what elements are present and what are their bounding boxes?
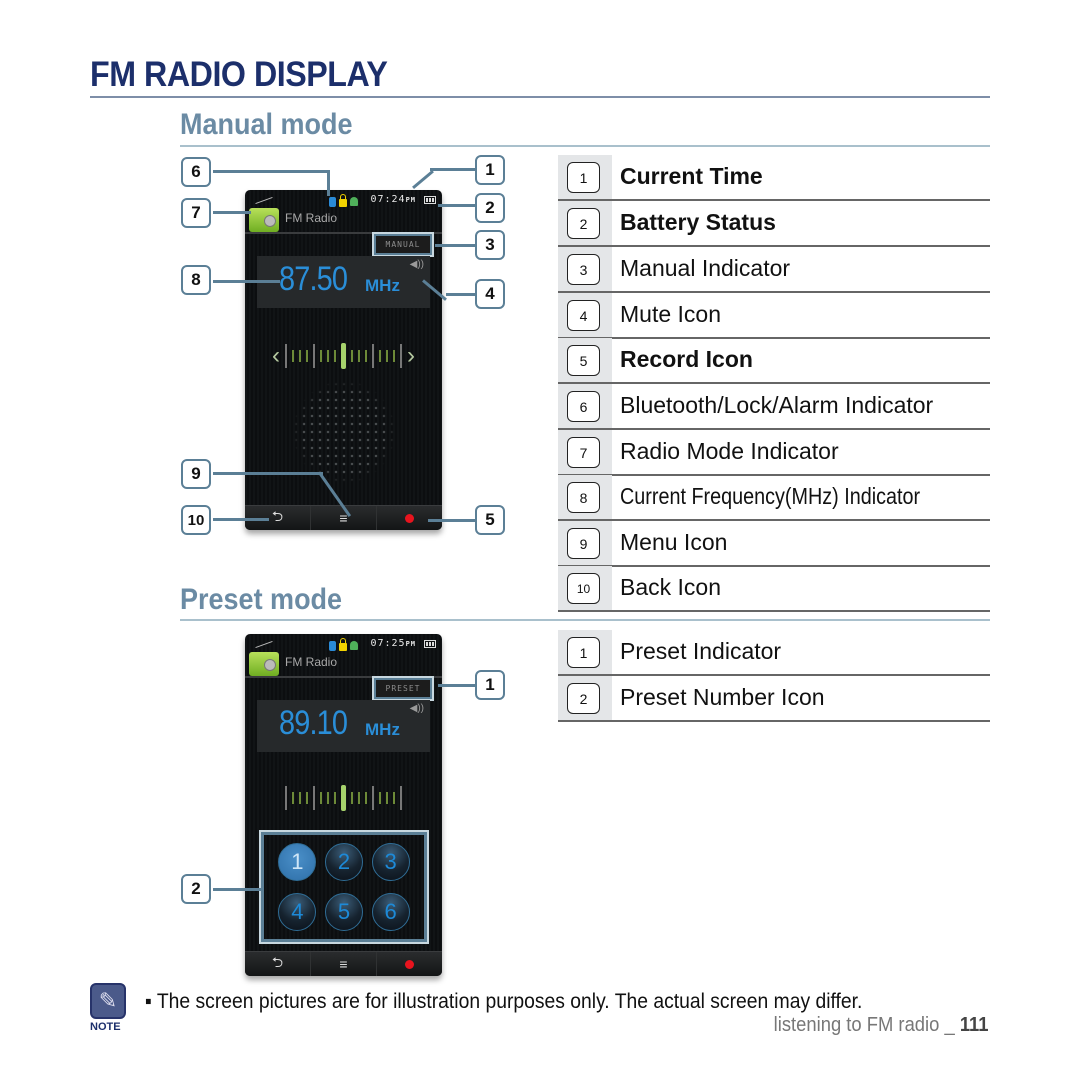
- lock-icon: [339, 638, 347, 651]
- page-number: 111: [959, 1014, 988, 1036]
- callout-7: 7: [181, 198, 211, 228]
- chevron-left-icon[interactable]: ‹: [272, 344, 280, 368]
- callout-line-6: [213, 170, 328, 173]
- callout-line-2: [438, 204, 476, 207]
- radio-icon: [249, 208, 279, 232]
- preset-button-4[interactable]: 4: [278, 893, 317, 931]
- preset-mode-divider: [180, 619, 990, 621]
- bluetooth-icon: [329, 197, 336, 207]
- menu-icon: ≡: [339, 956, 348, 972]
- note-label: NOTE: [90, 1021, 121, 1033]
- callout-preset-2: 2: [181, 874, 211, 904]
- callout-5: 5: [475, 505, 505, 535]
- battery-icon: [424, 640, 436, 648]
- frequency-unit: MHz: [365, 276, 400, 295]
- preset-mode-screen: 07:25PM FM Radio PRESET 89.10 MHz ◀)) 1 …: [245, 634, 442, 976]
- footer-section: listening to FM radio _: [773, 1014, 960, 1036]
- legend-row: 1 Preset Indicator: [558, 630, 990, 676]
- page-title: FM RADIO DISPLAY: [90, 55, 388, 94]
- manual-mode-divider: [180, 145, 990, 147]
- callout-4: 4: [475, 279, 505, 309]
- note-pencil-icon: ✎: [90, 983, 126, 1019]
- callout-line-preset-1: [438, 684, 476, 687]
- callout-line-1: [430, 168, 476, 171]
- legend-row: 2 Battery Status: [558, 201, 990, 247]
- callout-line-5: [428, 519, 476, 522]
- record-button[interactable]: [377, 952, 442, 976]
- callout-line-preset-2: [213, 888, 263, 891]
- current-time: 07:25PM: [370, 638, 416, 649]
- preset-button-6[interactable]: 6: [371, 893, 410, 931]
- callout-line-8: [213, 280, 280, 283]
- back-icon: ⮌: [271, 954, 284, 970]
- lock-icon: [339, 194, 347, 207]
- callout-8: 8: [181, 265, 211, 295]
- legend-row: 3 Manual Indicator: [558, 247, 990, 293]
- back-icon: ⮌: [271, 508, 284, 524]
- note-text: ▪ The screen pictures are for illustrati…: [145, 990, 863, 1013]
- title-divider: [90, 96, 990, 98]
- legend-row: 4 Mute Icon: [558, 293, 990, 339]
- back-button[interactable]: ⮌: [245, 952, 311, 976]
- preset-button-2[interactable]: 2: [324, 843, 363, 881]
- callout-line-3: [435, 244, 476, 247]
- legend-row: 8 Current Frequency(MHz) Indicator: [558, 475, 990, 521]
- callout-2: 2: [475, 193, 505, 223]
- bottom-bar: ⮌ ≡: [245, 951, 442, 976]
- preset-button-1[interactable]: 1: [278, 843, 317, 881]
- record-icon: [405, 513, 414, 523]
- frequency-value: 89.10: [279, 704, 348, 742]
- app-name: FM Radio: [285, 211, 338, 225]
- menu-button[interactable]: ≡: [311, 952, 377, 976]
- callout-line-9: [213, 472, 323, 475]
- callout-line-7: [213, 211, 251, 214]
- chevron-right-icon[interactable]: ›: [407, 344, 415, 368]
- speaker-dots-graphic: [291, 380, 396, 484]
- radio-icon: [249, 652, 279, 676]
- manual-mode-screen: 07:24PM FM Radio MANUAL 87.50 MHz ◀)) ‹ …: [245, 190, 442, 530]
- frequency-value: 87.50: [279, 260, 348, 298]
- callout-3: 3: [475, 230, 505, 260]
- status-bar: 07:24PM: [245, 190, 442, 210]
- legend-row: 1 Current Time: [558, 155, 990, 201]
- preset-indicator: PRESET: [372, 676, 434, 701]
- bluetooth-icon: [329, 641, 336, 651]
- frequency-display: 87.50 MHz ◀)): [257, 256, 430, 308]
- record-button[interactable]: [377, 506, 442, 530]
- record-icon: [405, 959, 414, 969]
- callout-6: 6: [181, 157, 211, 187]
- legend-row: 5 Record Icon: [558, 338, 990, 384]
- legend-row: 7 Radio Mode Indicator: [558, 430, 990, 476]
- manual-mode-heading: Manual mode: [180, 108, 353, 141]
- frequency-unit: MHz: [365, 720, 400, 739]
- legend-row: 2 Preset Number Icon: [558, 676, 990, 722]
- frequency-tuner[interactable]: ‹ ›: [257, 342, 430, 370]
- callout-preset-1: 1: [475, 670, 505, 700]
- status-bar: 07:25PM: [245, 634, 442, 654]
- battery-icon: [424, 196, 436, 204]
- current-time: 07:24PM: [370, 194, 416, 205]
- preset-button-3[interactable]: 3: [371, 843, 410, 881]
- speaker-mute-icon[interactable]: ◀)): [410, 259, 424, 270]
- tuner-needle[interactable]: [341, 785, 346, 811]
- callout-10: 10: [181, 505, 211, 535]
- callout-1: 1: [475, 155, 505, 185]
- callout-9: 9: [181, 459, 211, 489]
- preset-number-grid: 1 2 3 4 5 6: [259, 830, 429, 944]
- alarm-icon: [350, 197, 358, 206]
- app-name: FM Radio: [285, 655, 338, 669]
- frequency-tuner[interactable]: [257, 784, 430, 812]
- alarm-icon: [350, 641, 358, 650]
- preset-button-5[interactable]: 5: [324, 893, 363, 931]
- callout-line-10: [213, 518, 269, 521]
- speaker-mute-icon[interactable]: ◀)): [410, 703, 424, 714]
- frequency-display: 89.10 MHz ◀)): [257, 700, 430, 752]
- tuner-needle[interactable]: [341, 343, 346, 369]
- legend-row: 6 Bluetooth/Lock/Alarm Indicator: [558, 384, 990, 430]
- legend-row: 9 Menu Icon: [558, 521, 990, 567]
- manual-indicator: MANUAL: [372, 232, 434, 257]
- legend-row: 10 Back Icon: [558, 566, 990, 612]
- page-footer: listening to FM radio _ 111: [773, 1014, 988, 1037]
- preset-mode-heading: Preset mode: [180, 583, 343, 616]
